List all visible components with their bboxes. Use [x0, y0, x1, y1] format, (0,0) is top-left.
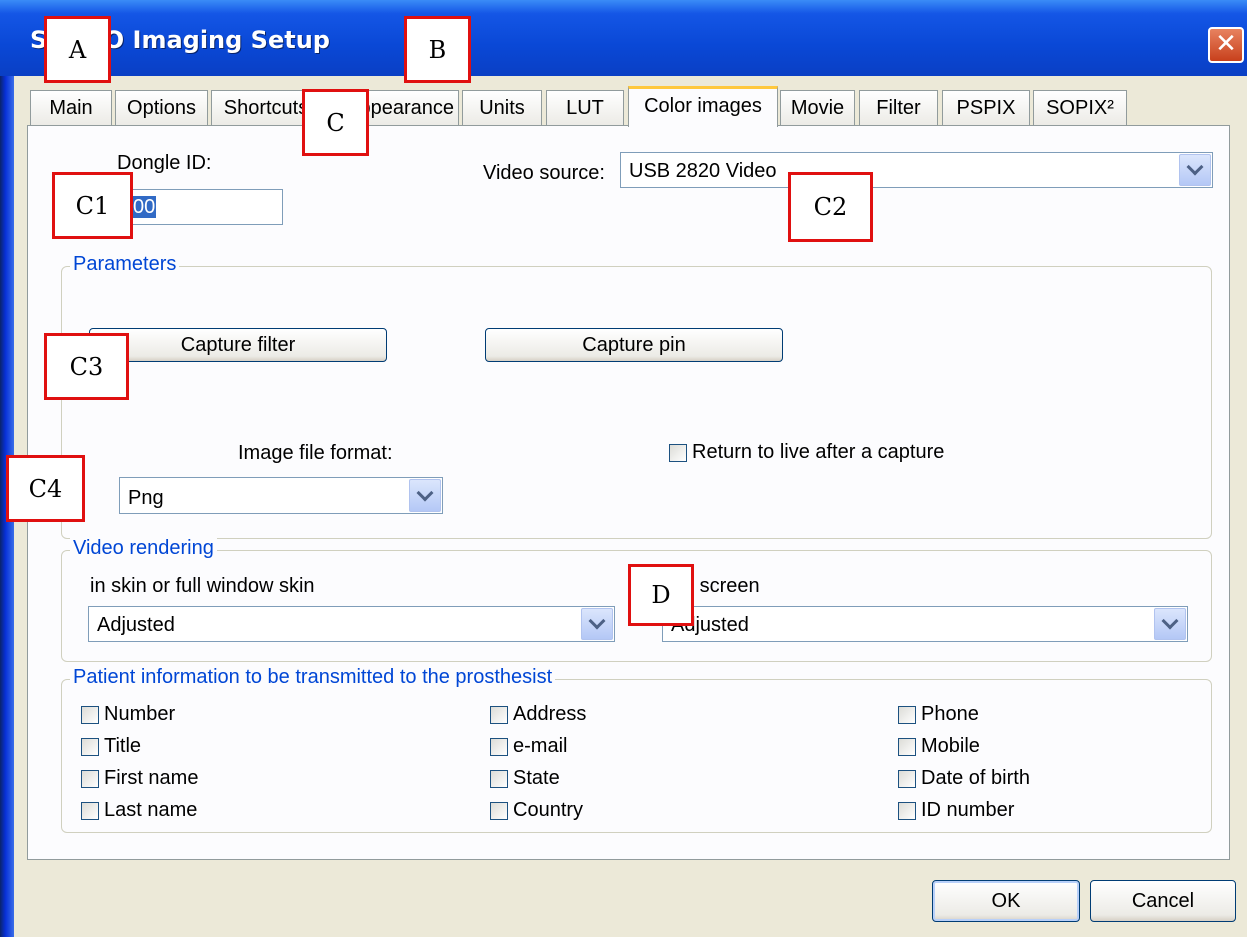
- fullscreen-rendering-dropdown-button[interactable]: [1154, 608, 1186, 640]
- tab-options[interactable]: Options: [115, 90, 208, 125]
- tab-filter[interactable]: Filter: [859, 90, 938, 125]
- video-source-value: USB 2820 Video: [629, 160, 777, 182]
- skin-rendering-label: in skin or full window skin: [90, 575, 315, 597]
- capture-pin-button[interactable]: Capture pin: [485, 328, 783, 362]
- checkbox-box[interactable]: [81, 801, 99, 820]
- patient-info-legend: Patient information to be transmitted to…: [70, 666, 556, 689]
- parameters-legend: Parameters: [70, 253, 180, 276]
- checkbox-phone-label: Phone: [921, 703, 979, 725]
- patient-info-group: Patient information to be transmitted to…: [61, 666, 1212, 833]
- checkbox-address[interactable]: Address: [490, 703, 586, 726]
- image-format-label: Image file format:: [238, 442, 393, 464]
- annotation-marker-d: D: [628, 564, 694, 626]
- image-format-value: Png: [128, 487, 164, 509]
- tab-sopix2[interactable]: SOPIX²: [1033, 90, 1127, 125]
- image-format-dropdown-button[interactable]: [409, 479, 441, 512]
- tab-units[interactable]: Units: [462, 90, 542, 125]
- tab-main[interactable]: Main: [30, 90, 112, 125]
- checkbox-id-number[interactable]: ID number: [898, 799, 1014, 822]
- tab-panel-color-images: Dongle ID: 00 Video source: USB 2820 Vid…: [27, 125, 1230, 860]
- checkbox-box[interactable]: [81, 769, 99, 788]
- checkbox-mobile[interactable]: Mobile: [898, 735, 980, 758]
- checkbox-mobile-label: Mobile: [921, 735, 980, 757]
- capture-filter-button[interactable]: Capture filter: [89, 328, 387, 362]
- fullscreen-rendering-select[interactable]: Adjusted: [662, 606, 1188, 642]
- checkbox-last-name-label: Last name: [104, 799, 198, 821]
- checkbox-state-label: State: [513, 767, 560, 789]
- tab-pspix[interactable]: PSPIX: [942, 90, 1030, 125]
- checkbox-box[interactable]: [490, 769, 508, 788]
- checkbox-id-number-label: ID number: [921, 799, 1015, 821]
- checkbox-box[interactable]: [898, 801, 916, 820]
- tab-color-images[interactable]: Color images: [628, 86, 778, 127]
- video-source-select[interactable]: USB 2820 Video: [620, 152, 1213, 188]
- dongle-id-value: 00: [132, 196, 157, 218]
- video-source-dropdown-button[interactable]: [1179, 154, 1211, 186]
- checkbox-number-label: Number: [104, 703, 176, 725]
- checkbox-email[interactable]: e-mail: [490, 735, 567, 758]
- checkbox-box[interactable]: [81, 737, 99, 756]
- annotation-marker-c1: C1: [52, 172, 133, 239]
- chevron-down-icon: [416, 484, 434, 501]
- annotation-marker-c3: C3: [44, 333, 129, 400]
- chevron-down-icon: [1161, 612, 1179, 630]
- image-format-select[interactable]: Png: [119, 477, 443, 514]
- title-bar[interactable]: SOPRO Imaging Setup ✕: [0, 0, 1247, 76]
- return-live-checkbox[interactable]: Return to live after a capture: [669, 441, 944, 464]
- chevron-down-icon: [588, 612, 606, 630]
- close-icon: ✕: [1215, 29, 1237, 59]
- checkbox-title-label: Title: [104, 735, 142, 757]
- annotation-marker-a: A: [44, 16, 111, 83]
- checkbox-date-of-birth-label: Date of birth: [921, 767, 1030, 789]
- checkbox-state[interactable]: State: [490, 767, 560, 790]
- checkbox-first-name-label: First name: [104, 767, 199, 789]
- annotation-marker-c4: C4: [6, 455, 85, 522]
- skin-rendering-select[interactable]: Adjusted: [88, 606, 615, 642]
- checkbox-first-name[interactable]: First name: [81, 767, 198, 790]
- dongle-id-field[interactable]: 00: [125, 189, 283, 225]
- skin-rendering-dropdown-button[interactable]: [581, 608, 613, 640]
- checkbox-date-of-birth[interactable]: Date of birth: [898, 767, 1030, 790]
- checkbox-box[interactable]: [490, 801, 508, 820]
- chevron-down-icon: [1186, 158, 1204, 176]
- checkbox-box[interactable]: [898, 737, 916, 756]
- annotation-marker-c2: C2: [788, 172, 873, 242]
- annotation-marker-c: C: [302, 89, 369, 156]
- checkbox-address-label: Address: [513, 703, 587, 725]
- tab-lut[interactable]: LUT: [546, 90, 624, 125]
- checkbox-box[interactable]: [898, 705, 916, 724]
- checkbox-number[interactable]: Number: [81, 703, 175, 726]
- close-button[interactable]: ✕: [1208, 27, 1244, 63]
- checkbox-title[interactable]: Title: [81, 735, 141, 758]
- ok-button[interactable]: OK: [932, 880, 1080, 922]
- parameters-group: Parameters Capture filter Capture pin Im…: [61, 253, 1212, 539]
- checkbox-box[interactable]: [490, 705, 508, 724]
- checkbox-box[interactable]: [898, 769, 916, 788]
- tab-movie[interactable]: Movie: [780, 90, 855, 125]
- dialog-window: SOPRO Imaging Setup ✕ Main Options Short…: [0, 0, 1247, 937]
- checkbox-box[interactable]: [490, 737, 508, 756]
- cancel-button[interactable]: Cancel: [1090, 880, 1236, 922]
- annotation-marker-b: B: [404, 16, 471, 83]
- checkbox-country-label: Country: [513, 799, 584, 821]
- video-source-label: Video source:: [483, 162, 605, 184]
- checkbox-country[interactable]: Country: [490, 799, 583, 822]
- checkbox-phone[interactable]: Phone: [898, 703, 979, 726]
- checkbox-email-label: e-mail: [513, 735, 568, 757]
- checkbox-box[interactable]: [81, 705, 99, 724]
- video-rendering-legend: Video rendering: [70, 537, 217, 560]
- skin-rendering-value: Adjusted: [97, 614, 175, 636]
- checkbox-box[interactable]: [669, 443, 687, 462]
- checkbox-last-name[interactable]: Last name: [81, 799, 197, 822]
- return-live-label: Return to live after a capture: [692, 441, 945, 463]
